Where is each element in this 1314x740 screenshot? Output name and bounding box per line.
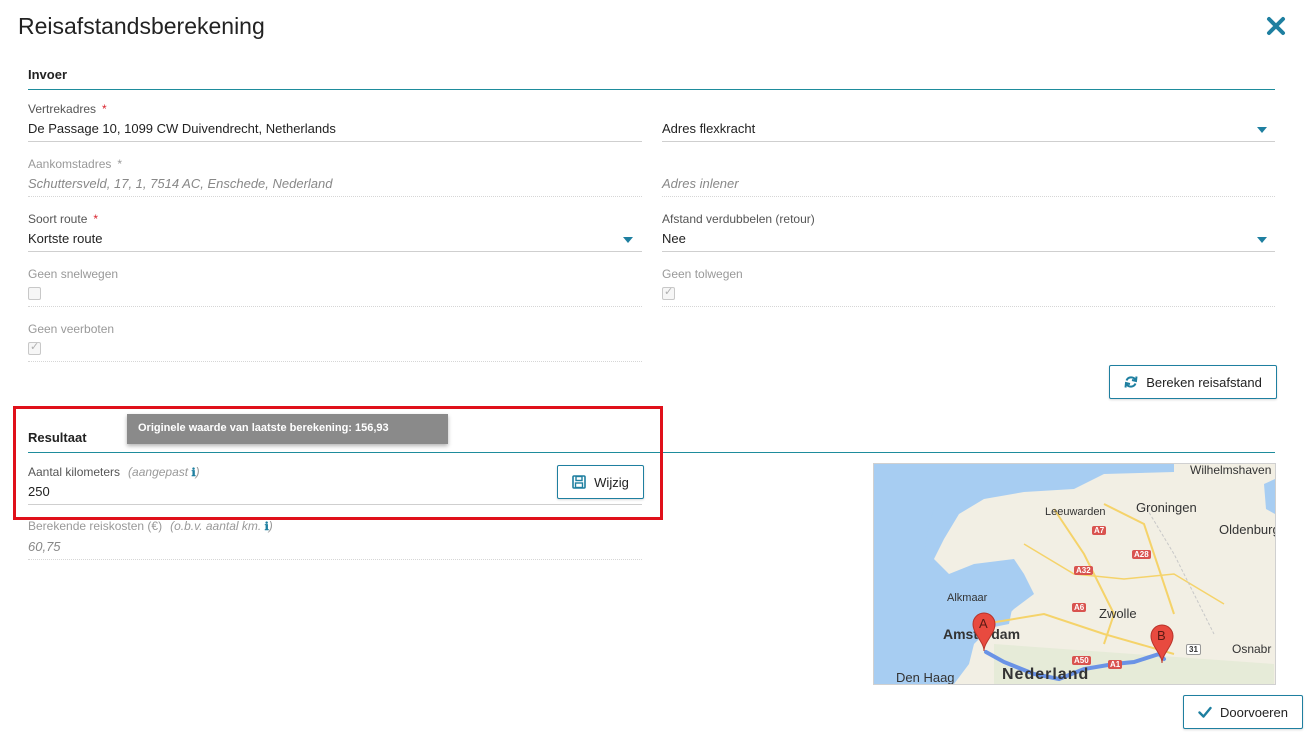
map-label: Leeuwarden [1045,506,1106,518]
bereken-reisafstand-label: Bereken reisafstand [1146,374,1262,390]
geen-snelwegen-label: Geen snelwegen [28,267,119,281]
chevron-down-icon[interactable] [1257,237,1267,243]
close-icon[interactable] [1264,14,1288,38]
vertrekadres-type-select[interactable]: Adres flexkracht [662,121,755,136]
geen-tolwegen-underline [662,306,1275,307]
map-label: Nederland [1002,666,1090,683]
road-shield: A32 [1074,566,1093,575]
marker-b-icon[interactable]: B [1150,624,1174,664]
check-icon [1198,705,1212,719]
geen-tolwegen-label: Geen tolwegen [662,267,743,281]
map-label: Zwolle [1099,606,1137,621]
road-shield: A6 [1072,603,1087,612]
verdubbelen-label: Afstand verdubbelen (retour) [662,212,815,226]
aankomstadres-value: Schuttersveld, 17, 1, 7514 AC, Enschede,… [28,176,333,191]
verdubbelen-select[interactable]: Nee [662,231,686,246]
verdubbelen-underline [662,251,1275,252]
map-label: Osnabr [1232,642,1272,656]
reiskosten-value: 60,75 [28,539,61,554]
aankomstadres-type-value: Adres inlener [662,176,739,191]
map-label: Alkmaar [947,592,988,604]
invoer-divider [28,89,1275,90]
chevron-down-icon[interactable] [623,237,633,243]
geen-veerboten-checkbox[interactable] [28,340,41,355]
reiskosten-underline [28,559,642,560]
geen-snelwegen-checkbox[interactable] [28,287,41,300]
map-label: Groningen [1136,500,1197,515]
soort-route-select[interactable]: Kortste route [28,231,102,246]
road-shield: 31 [1186,644,1201,655]
soort-route-label: Soort route * [28,212,99,226]
vertrekadres-type-underline [662,141,1275,142]
map-label: Den Haag [896,670,955,685]
refresh-icon [1124,375,1138,389]
doorvoeren-button[interactable]: Doorvoeren [1183,695,1303,729]
chevron-down-icon[interactable] [1257,127,1267,133]
vertrekadres-input[interactable]: De Passage 10, 1099 CW Duivendrecht, Net… [28,121,336,136]
reiskosten-label: Berekende reiskosten (€) (o.b.v. aantal k… [28,519,273,533]
aankomstadres-underline [28,196,642,197]
geen-snelwegen-underline [28,306,642,307]
vertrekadres-underline [28,141,642,142]
road-shield: A7 [1092,526,1107,535]
marker-a-icon[interactable]: A [972,612,996,652]
road-shield: A1 [1108,660,1123,669]
road-shield: A50 [1072,656,1091,665]
bereken-reisafstand-button[interactable]: Bereken reisafstand [1109,365,1277,399]
map-label: Oldenburg [1219,522,1276,537]
vertrekadres-label: Vertrekadres * [28,102,107,116]
aankomstadres-label: Aankomstadres * [28,157,123,171]
aankomstadres-type-underline [662,196,1275,197]
doorvoeren-label: Doorvoeren [1220,704,1288,720]
road-shield: A28 [1132,550,1151,559]
marker-a-label: A [979,616,988,631]
geen-tolwegen-checkbox[interactable] [662,285,675,300]
geen-veerboten-underline [28,361,642,362]
marker-b-label: B [1157,628,1166,643]
dialog-title: Reisafstandsberekening [18,13,265,39]
route-map[interactable]: Wilhelmshaven Groningen Leeuwarden Olden… [873,463,1276,685]
soort-route-underline [28,251,642,252]
map-label: Wilhelmshaven [1190,463,1272,477]
geen-veerboten-label: Geen veerboten [28,322,115,336]
tooltip: Originele waarde van laatste berekening:… [127,414,448,444]
invoer-section-title: Invoer [28,67,68,82]
